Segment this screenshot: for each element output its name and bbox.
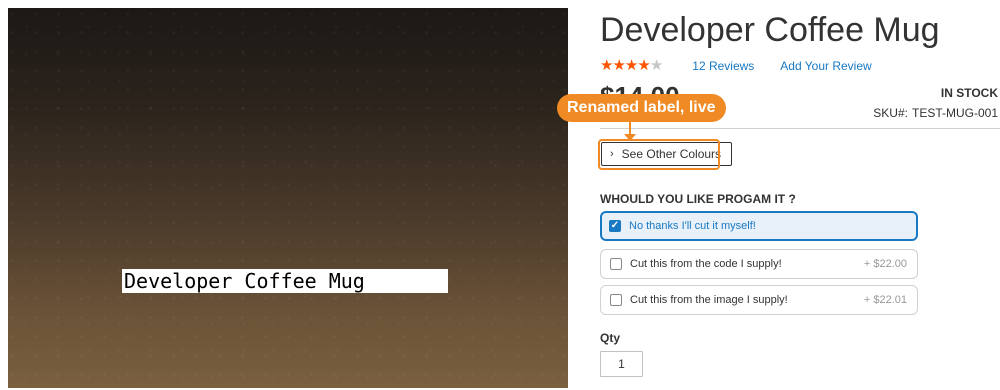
sku: SKU#: TEST-MUG-001 bbox=[873, 106, 998, 120]
annotation-arrow-head bbox=[624, 134, 636, 141]
product-image: Developer Coffee Mug bbox=[8, 8, 568, 388]
divider bbox=[600, 128, 1000, 129]
option-checkbox[interactable] bbox=[610, 294, 622, 306]
annotation-badge: Renamed label, live bbox=[557, 94, 726, 122]
option-cut-from-code[interactable]: Cut this from the code I supply! + $22.0… bbox=[600, 249, 918, 279]
see-other-colours-label: See Other Colours bbox=[621, 147, 722, 161]
product-title: Developer Coffee Mug bbox=[600, 11, 940, 49]
option-cut-myself[interactable]: ✓ No thanks I'll cut it myself! bbox=[600, 211, 918, 241]
star-icon: ★ bbox=[637, 57, 650, 74]
star-icon: ★ bbox=[612, 57, 625, 74]
qty-label: Qty bbox=[600, 331, 621, 345]
option-cut-from-image[interactable]: Cut this from the image I supply! + $22.… bbox=[600, 285, 918, 315]
see-other-colours-button[interactable]: › See Other Colours bbox=[601, 142, 733, 166]
qty-input[interactable] bbox=[600, 351, 643, 377]
option-checkbox[interactable] bbox=[610, 258, 622, 270]
star-icon: ★ bbox=[624, 57, 638, 74]
star-empty-icon: ★ bbox=[649, 57, 663, 74]
sku-label: SKU#: bbox=[873, 106, 908, 120]
star-icon: ★ bbox=[600, 57, 613, 74]
option-checkbox[interactable]: ✓ bbox=[609, 220, 621, 232]
sku-value: TEST-MUG-001 bbox=[911, 106, 998, 120]
rating-row: ★ ★ ★ ★ ★ 12 Reviews Add Your Review bbox=[600, 58, 872, 74]
product-image-label: Developer Coffee Mug bbox=[122, 269, 448, 293]
option-price: + $22.00 bbox=[863, 258, 907, 270]
option-label: Cut this from the code I supply! bbox=[630, 258, 782, 270]
option-label: No thanks I'll cut it myself! bbox=[629, 220, 756, 232]
chevron-right-icon: › bbox=[610, 148, 614, 160]
checkmark-icon: ✓ bbox=[610, 220, 620, 231]
options-heading: WHOULD YOU LIKE PROGAM IT ? bbox=[600, 192, 796, 206]
option-label: Cut this from the image I supply! bbox=[630, 294, 788, 306]
reviews-link[interactable]: 12 Reviews bbox=[692, 59, 754, 73]
rating-stars: ★ ★ ★ ★ ★ bbox=[600, 57, 663, 74]
add-review-link[interactable]: Add Your Review bbox=[780, 59, 871, 73]
stock-status: IN STOCK bbox=[940, 86, 998, 100]
option-price: + $22.01 bbox=[863, 294, 907, 306]
